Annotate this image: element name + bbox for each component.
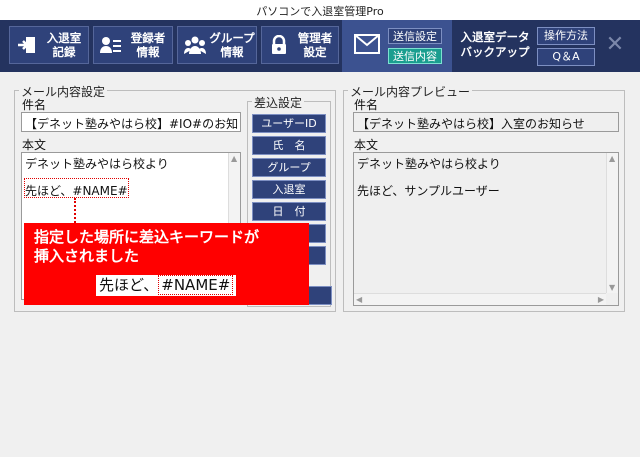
subject-input[interactable]: 【デネット塾みやはら校】#IO#のお知らせ [21,112,241,132]
send-settings-tab[interactable]: 送信設定 [388,28,442,44]
insert-name-button[interactable]: 氏 名 [252,136,326,155]
registrant-info-button[interactable]: 登録者 情報 [93,26,173,64]
preview-subject-field: 【デネット塾みやはら校】入室のお知らせ [353,112,619,132]
backup-button[interactable]: 入退室データ バックアップ [455,26,535,66]
envelope-icon [354,34,380,54]
insert-group-button[interactable]: グループ [252,158,326,177]
howto-button[interactable]: 操作方法 [537,27,595,45]
qa-button[interactable]: Q＆A [537,48,595,66]
callout-example: 先ほど、 #NAME# [96,275,237,296]
insert-settings-title: 差込設定 [252,94,305,111]
insert-user-id-button[interactable]: ユーザーID [252,114,326,133]
insert-entry-exit-button[interactable]: 入退室 [252,180,326,199]
attendance-record-button[interactable]: 入退室 記録 [9,26,89,64]
body-line-1: デネット塾みやはら校より [25,157,169,171]
callout-example-keyword: #NAME# [158,275,234,295]
window-title: パソコンで入退室管理Pro [256,5,384,18]
preview-body-label: 本文 [354,138,379,152]
title-bar: パソコンで入退室管理Pro [0,0,640,21]
registrant-info-label: 登録者 情報 [130,31,166,59]
insert-date-button[interactable]: 日 付 [252,202,326,221]
preview-body-field: デネット塾みやはら校より 先ほど、サンプルユーザー ▲ ▼ ◀ ▶ [353,152,619,306]
preview-vscrollbar[interactable]: ▲ ▼ [606,153,618,293]
group-info-button[interactable]: グループ 情報 [177,26,257,64]
callout-line-2: 挿入されました [34,247,140,265]
admin-settings-label: 管理者 設定 [297,31,333,59]
callout-connector [74,198,76,223]
preview-hscrollbar[interactable]: ◀ ▶ [354,293,606,305]
send-content-tab[interactable]: 送信内容 [388,48,442,64]
preview-subject-label: 件名 [354,98,379,112]
body-label: 本文 [22,138,47,152]
callout-example-prefix: 先ほど、 [99,276,159,294]
close-icon[interactable]: ✕ [600,30,630,60]
group-info-label: グループ 情報 [209,31,255,59]
preview-body-line-2: 先ほど、サンプルユーザー [357,184,500,198]
group-icon [182,32,208,58]
door-enter-icon [14,32,40,58]
annotation-callout: 指定した場所に差込キーワードが 挿入されました 先ほど、 #NAME# [24,223,309,305]
user-list-icon [98,32,124,58]
subject-label: 件名 [22,98,47,112]
callout-line-1: 指定した場所に差込キーワードが [34,228,260,246]
attendance-record-label: 入退室 記録 [46,31,82,59]
admin-settings-button[interactable]: 管理者 設定 [261,26,339,64]
keyword-highlight-box [24,178,129,198]
preview-body-line-1: デネット塾みやはら校より [357,157,501,171]
lock-icon [266,32,292,58]
